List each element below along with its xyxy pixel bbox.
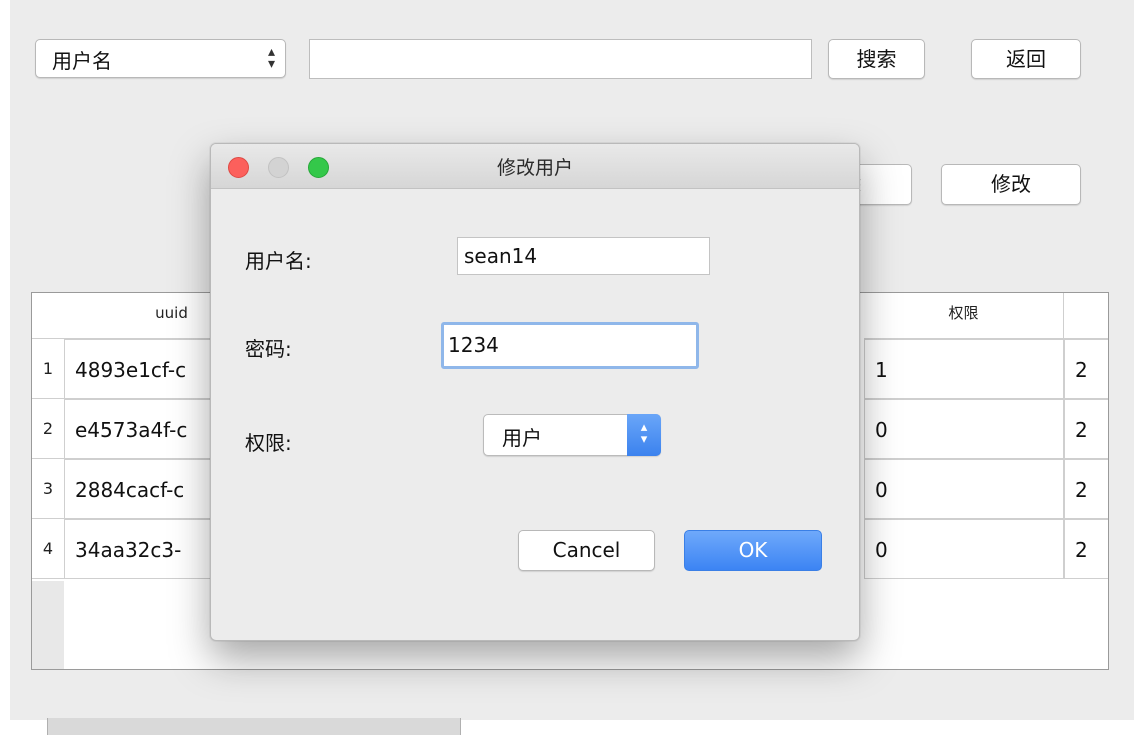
- table-cell-extra[interactable]: 2: [1064, 519, 1108, 579]
- dialog-title: 修改用户: [496, 157, 573, 179]
- search-button-label: 搜索: [856, 47, 897, 71]
- table-cell-permission[interactable]: 0: [864, 399, 1064, 459]
- password-label: 密码:: [245, 337, 292, 361]
- table-cell-extra[interactable]: 2: [1064, 339, 1108, 399]
- back-button[interactable]: 返回: [971, 39, 1081, 79]
- role-select[interactable]: 用户 ▴ ▾: [483, 414, 661, 456]
- username-label: 用户名:: [245, 249, 312, 273]
- back-button-label: 返回: [1006, 47, 1046, 71]
- chevron-updown-icon: ▴ ▾: [627, 414, 661, 456]
- password-value: 1234: [448, 333, 499, 357]
- edit-button[interactable]: 修改: [941, 164, 1081, 205]
- cancel-button-label: Cancel: [552, 538, 621, 562]
- username-field[interactable]: sean14: [457, 237, 710, 275]
- column-header-uuid-label: uuid: [155, 304, 188, 322]
- role-select-value: 用户: [502, 426, 542, 450]
- username-value: sean14: [464, 244, 538, 268]
- edit-user-dialog: 修改用户 用户名: sean14 密码: 1234 权限: 用户 ▴ ▾ Canc…: [210, 143, 860, 641]
- role-label: 权限:: [245, 431, 292, 455]
- edit-button-label: 修改: [991, 172, 1031, 196]
- column-header-permission-label: 权限: [948, 304, 979, 322]
- background-window-edge: [47, 718, 461, 735]
- row-number: 1: [32, 339, 64, 399]
- select-arrows-icon: ▴ ▾: [267, 44, 275, 72]
- table-cell-permission[interactable]: 0: [864, 519, 1064, 579]
- table-cell-permission[interactable]: 0: [864, 459, 1064, 519]
- ok-button[interactable]: OK: [684, 530, 822, 571]
- column-header-next[interactable]: [1064, 293, 1108, 339]
- ok-button-label: OK: [738, 538, 768, 562]
- row-header-empty: [32, 581, 64, 669]
- row-number: 3: [32, 459, 64, 519]
- table-cell-extra[interactable]: 2: [1064, 459, 1108, 519]
- password-field[interactable]: 1234: [441, 322, 699, 369]
- cancel-button[interactable]: Cancel: [518, 530, 655, 571]
- table-cell-extra[interactable]: 2: [1064, 399, 1108, 459]
- search-field-select[interactable]: 用户名 ▴ ▾: [35, 39, 286, 78]
- dialog-titlebar[interactable]: 修改用户: [211, 144, 859, 189]
- search-input[interactable]: [309, 39, 812, 79]
- table-cell-permission[interactable]: 1: [864, 339, 1064, 399]
- column-header-permission[interactable]: 权限: [864, 293, 1064, 339]
- row-number: 4: [32, 519, 64, 579]
- search-field-select-value: 用户名: [52, 49, 112, 73]
- row-number: 2: [32, 399, 64, 459]
- search-button[interactable]: 搜索: [828, 39, 925, 79]
